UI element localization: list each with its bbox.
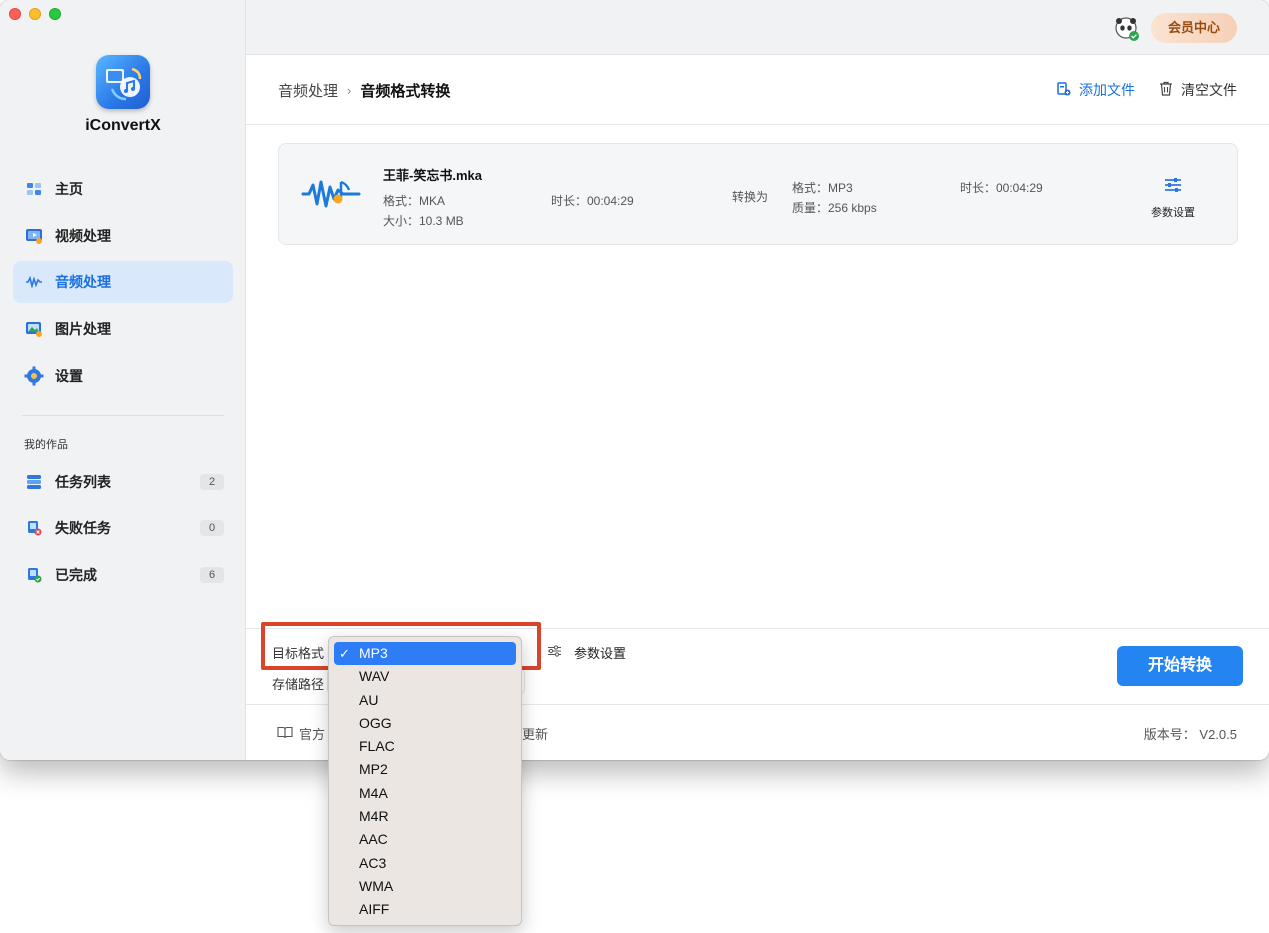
sliders-icon [1164,178,1182,197]
nav-label: 视频处理 [55,228,111,244]
minimize-window-button[interactable] [29,8,41,20]
file-param-settings-button[interactable]: 参数设置 [1145,177,1201,220]
nav-item-image[interactable]: 图片处理 [13,308,233,350]
close-window-button[interactable] [9,8,21,20]
nav-item-task-list[interactable]: 任务列表 2 [13,461,233,503]
clear-files-label: 清空文件 [1181,82,1237,98]
save-path-label: 存储路径 [272,677,325,692]
app-window: iConvertX 主页 视频处理 音频处理 图片处理 设置 我的作品 任务列表… [0,0,1269,760]
nav-label: 图片处理 [55,321,111,337]
output-quality: 质量：256 kbps [792,201,877,215]
page-title: 音频格式转换 [360,83,451,100]
param-settings-label: 参数设置 [574,646,627,661]
format-option[interactable]: AIFF [334,898,516,921]
audio-icon [24,272,44,292]
add-file-icon [1057,81,1071,99]
format-option[interactable]: OGG [334,712,516,735]
nav-label: 音频处理 [55,274,111,290]
nav-item-audio[interactable]: 音频处理 [13,261,233,303]
breadcrumb: 音频处理 › 音频格式转换 [278,80,450,101]
convert-to-label: 转换为 [732,190,769,204]
task-list-icon [24,472,44,492]
nav-item-failed-tasks[interactable]: 失败任务 0 [13,507,233,549]
gear-icon [24,366,44,386]
format-option[interactable]: AC3 [334,852,516,875]
app-logo-icon [96,55,150,109]
sliders-icon [547,645,562,660]
file-card[interactable]: 王菲-笑忘书.mka 格式：MKA 大小：10.3 MB 时长：00:04:29… [278,143,1238,245]
nav-label: 任务列表 [55,474,111,490]
avatar[interactable] [1113,15,1141,43]
maximize-window-button[interactable] [49,8,61,20]
nav-item-home[interactable]: 主页 [13,168,233,210]
home-icon [24,179,44,199]
completed-icon [24,565,44,585]
section-title: 我的作品 [24,439,68,451]
clear-files-button[interactable]: 清空文件 [1159,80,1237,100]
nav-item-video[interactable]: 视频处理 [13,215,233,257]
app-name: iConvertX [85,117,161,134]
official-link[interactable]: 官方 [277,724,325,743]
format-option[interactable]: AAC [334,828,516,851]
version-label: 版本号： V2.0.5 [1143,727,1237,742]
format-option[interactable]: M4A [334,782,516,805]
file-name: 王菲-笑忘书.mka [383,168,482,183]
header-divider [246,124,1269,125]
nav-item-completed[interactable]: 已完成 6 [13,554,233,596]
format-option[interactable]: WMA [334,875,516,898]
nav-item-settings[interactable]: 设置 [13,355,233,397]
breadcrumb-parent[interactable]: 音频处理 [278,80,338,101]
image-icon [24,319,44,339]
format-option[interactable]: AU [334,689,516,712]
target-format-label: 目标格式 [272,646,325,661]
source-size: 大小：10.3 MB [383,214,464,228]
output-duration: 时长：00:04:29 [960,181,1043,195]
update-link[interactable]: 更新 [522,724,548,743]
window-controls [9,8,61,20]
format-option[interactable]: MP2 [334,758,516,781]
nav-label: 设置 [55,368,83,384]
source-duration: 时长：00:04:29 [551,194,634,208]
checkmark-icon: ✓ [339,646,350,661]
breadcrumb-separator: › [347,83,352,98]
failed-count-badge: 0 [200,520,224,536]
param-settings-button[interactable]: 参数设置 [547,643,626,662]
file-param-settings-label: 参数设置 [1151,207,1195,219]
format-option[interactable]: ✓ MP3 [334,642,516,666]
nav-label: 失败任务 [55,520,111,536]
audio-file-icon [301,174,361,214]
output-format: 格式：MP3 [792,181,853,195]
format-option[interactable]: FLAC [334,735,516,758]
book-icon [277,726,293,742]
sidebar-divider [22,415,224,416]
video-icon [24,226,44,246]
bottom-divider [246,628,1269,629]
vip-center-button[interactable]: 会员中心 [1151,13,1237,43]
failed-task-icon [24,518,44,538]
official-label: 官方 [299,727,326,742]
nav-label: 已完成 [55,567,97,583]
add-file-label: 添加文件 [1079,82,1135,98]
trash-icon [1159,81,1173,99]
target-format-dropdown[interactable]: ✓ MP3 WAV AU OGG FLAC MP2 M4A M4R AAC AC3… [328,636,522,926]
format-option[interactable]: M4R [334,805,516,828]
task-count-badge: 2 [200,474,224,490]
start-convert-button[interactable]: 开始转换 [1117,646,1243,686]
nav-label: 主页 [55,181,83,197]
source-format: 格式：MKA [383,194,446,208]
sidebar: iConvertX 主页 视频处理 音频处理 图片处理 设置 我的作品 任务列表… [0,0,246,760]
completed-count-badge: 6 [200,567,224,583]
add-file-button[interactable]: 添加文件 [1057,80,1135,100]
format-option[interactable]: WAV [334,665,516,688]
file-toolbar: 添加文件 清空文件 [1057,80,1237,100]
